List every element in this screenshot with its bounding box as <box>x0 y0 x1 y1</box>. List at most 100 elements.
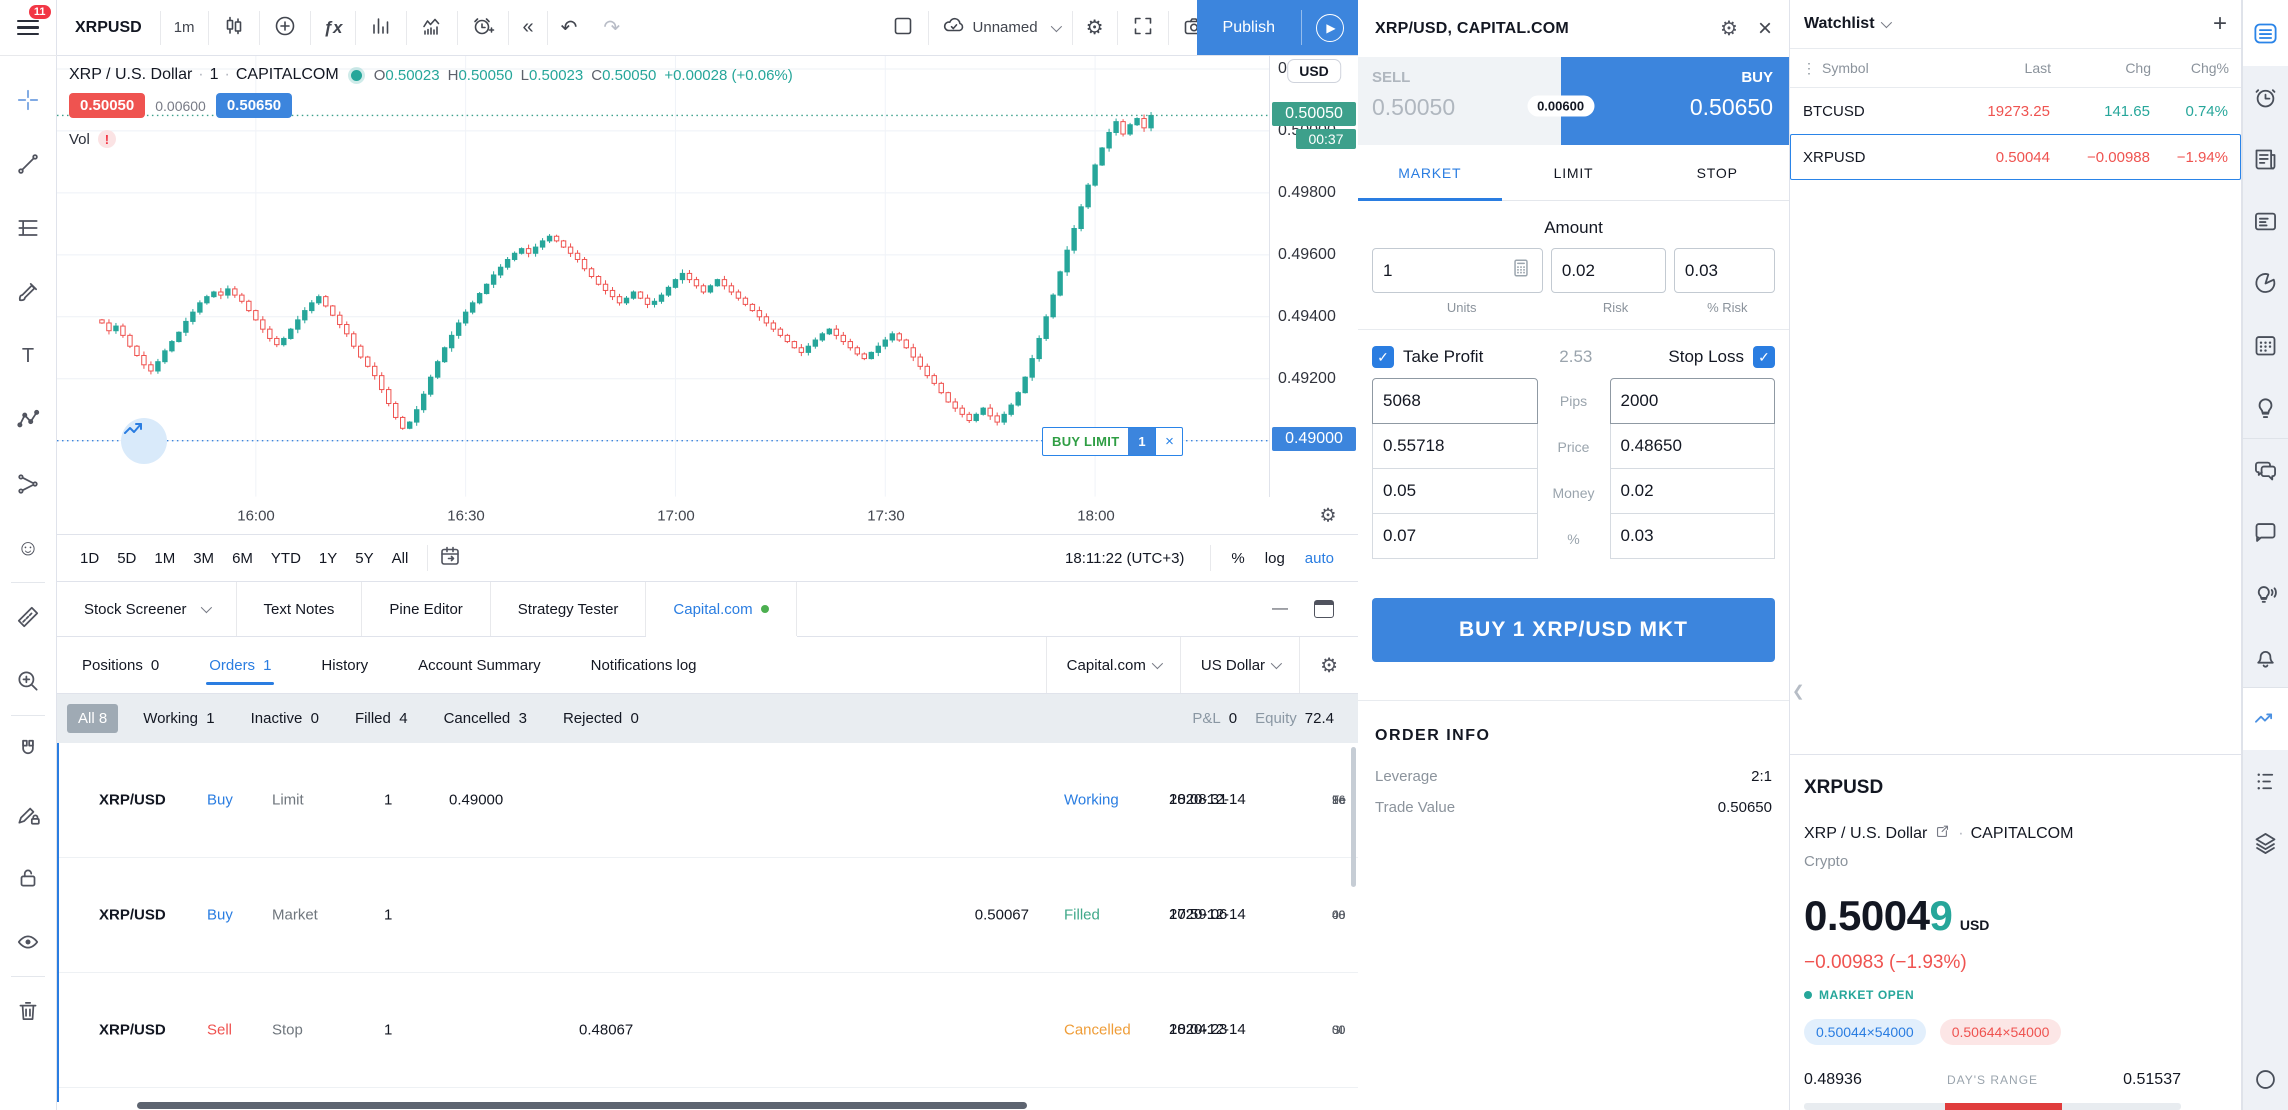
broker-selector[interactable]: Capital.com <box>1046 637 1180 693</box>
tp-percent-input[interactable]: 0.07 <box>1372 513 1538 559</box>
stop-loss-checkbox[interactable]: ✓ <box>1753 346 1775 368</box>
help-circle-icon[interactable] <box>2243 1048 2288 1110</box>
subtab-account-summary[interactable]: Account Summary <box>393 637 566 693</box>
quick-sell-button[interactable]: 0.50050 <box>69 93 145 118</box>
subtab-notifications-log[interactable]: Notifications log <box>566 637 722 693</box>
sl-price-input[interactable]: 0.48650 <box>1610 423 1776 469</box>
watchlist-title[interactable]: Watchlist <box>1804 15 1889 33</box>
trading-settings-gear-icon[interactable]: ⚙ <box>1299 637 1358 693</box>
text-tool-icon[interactable]: T <box>9 337 47 375</box>
hide-all-icon[interactable] <box>9 923 47 961</box>
range-6m[interactable]: 6M <box>223 544 262 573</box>
main-menu-button[interactable]: 11 <box>0 0 57 56</box>
calendar-icon[interactable] <box>2243 314 2288 376</box>
undo-button[interactable]: ↶ <box>548 9 591 47</box>
save-layout-button[interactable]: Unnamed <box>929 9 1072 47</box>
alerts-clock-icon[interactable] <box>2243 66 2288 128</box>
tab-limit[interactable]: LIMIT <box>1502 145 1646 200</box>
crosshair-tool-icon[interactable] <box>9 81 47 119</box>
measure-tool-icon[interactable] <box>9 598 47 636</box>
range-ytd[interactable]: YTD <box>262 544 310 573</box>
drag-dots-icon[interactable]: ⋮ <box>1802 60 1816 77</box>
axis-settings-gear-icon[interactable]: ⚙ <box>1319 504 1336 527</box>
bar-replay-button[interactable]: « <box>509 9 546 47</box>
dom-layers-icon[interactable] <box>2243 812 2288 874</box>
tab-stock-screener[interactable]: Stock Screener <box>57 582 237 636</box>
range-1d[interactable]: 1D <box>71 544 108 573</box>
submit-buy-button[interactable]: BUY 1 XRP/USD MKT <box>1372 598 1775 662</box>
chart-settings-button[interactable]: ⚙ <box>1073 9 1117 47</box>
fullscreen-button[interactable] <box>1118 9 1168 47</box>
order-arrow-marker[interactable] <box>121 418 167 464</box>
clock-timezone-button[interactable]: 18:11:22 (UTC+3) <box>1049 550 1200 567</box>
symbol-button[interactable]: XRPUSD <box>57 9 160 47</box>
remove-drawings-icon[interactable] <box>9 992 47 1030</box>
external-link-icon[interactable] <box>1934 823 1951 845</box>
layout-select-button[interactable] <box>878 9 928 47</box>
currency-axis-button[interactable]: USD <box>1287 59 1341 83</box>
cancel-order-icon[interactable]: × <box>1155 428 1182 455</box>
templates-button[interactable] <box>407 9 457 47</box>
publish-button[interactable]: Publish <box>1197 0 1301 55</box>
private-chat-icon[interactable] <box>2243 501 2288 563</box>
chart-style-button[interactable] <box>209 9 259 47</box>
time-axis[interactable]: 16:00 16:30 17:00 17:30 18:00 ⚙ <box>57 497 1358 535</box>
quick-buy-button[interactable]: 0.50650 <box>216 93 292 118</box>
order-row[interactable]: XRP/USD Buy Limit 1 0.49000 Working 2020… <box>59 743 1358 858</box>
watchlist-panel-icon[interactable] <box>2243 0 2288 66</box>
percent-risk-input[interactable]: 0.03 <box>1674 248 1775 293</box>
range-1m[interactable]: 1M <box>145 544 184 573</box>
subtab-history[interactable]: History <box>296 637 393 693</box>
subtab-orders[interactable]: Orders1 <box>184 637 296 693</box>
risk-input[interactable]: 0.02 <box>1551 248 1666 293</box>
order-row[interactable]: XRP/USD Sell Stop 1 0.48067 Cancelled 20… <box>59 973 1358 1088</box>
tab-market[interactable]: MARKET <box>1358 145 1502 200</box>
range-5d[interactable]: 5D <box>108 544 145 573</box>
ideas-stream-icon[interactable] <box>2243 563 2288 625</box>
pattern-tool-icon[interactable] <box>9 401 47 439</box>
filter-cancelled[interactable]: Cancelled 3 <box>433 704 538 733</box>
maximize-panel-button[interactable] <box>1314 600 1334 618</box>
take-profit-checkbox[interactable]: ✓ <box>1372 346 1394 368</box>
trend-line-tool-icon[interactable] <box>9 145 47 183</box>
ideas-bulb-icon[interactable] <box>2243 376 2288 438</box>
indicators-button[interactable]: ƒx <box>311 9 356 47</box>
tab-stop[interactable]: STOP <box>1645 145 1789 200</box>
tab-trading-panel[interactable]: Capital.com <box>646 582 796 636</box>
order-panel-icon[interactable] <box>2243 688 2288 750</box>
order-details-icon[interactable] <box>2243 750 2288 812</box>
forecast-tool-icon[interactable] <box>9 465 47 503</box>
sl-money-input[interactable]: 0.02 <box>1610 468 1776 514</box>
filter-all[interactable]: All 8 <box>67 704 118 733</box>
brush-tool-icon[interactable] <box>9 273 47 311</box>
log-scale-button[interactable]: log <box>1255 544 1295 573</box>
emoji-tool-icon[interactable]: ☺ <box>9 529 47 567</box>
watchlist-row-btcusd[interactable]: BTCUSD 19273.25 141.65 0.74% <box>1790 88 2241 134</box>
range-3m[interactable]: 3M <box>184 544 223 573</box>
chart-plot[interactable]: XRP / U.S. Dollar · 1 · CAPITALCOM O0.50… <box>57 56 1270 497</box>
subtab-positions[interactable]: Positions0 <box>57 637 184 693</box>
interval-button[interactable]: 1m <box>161 9 208 47</box>
filter-rejected[interactable]: Rejected 0 <box>552 704 650 733</box>
tp-price-input[interactable]: 0.55718 <box>1372 423 1538 469</box>
buy-button[interactable]: BUY 0.50650 <box>1561 57 1789 145</box>
order-settings-gear-icon[interactable]: ⚙ <box>1720 16 1738 41</box>
add-symbol-button[interactable]: + <box>2213 12 2227 36</box>
range-5y[interactable]: 5Y <box>346 544 382 573</box>
drawing-lock-icon[interactable] <box>9 795 47 833</box>
indicator-templates-button[interactable] <box>356 9 406 47</box>
percent-scale-button[interactable]: % <box>1221 544 1254 573</box>
bid-pill[interactable]: 0.50044×54000 <box>1804 1019 1926 1045</box>
news-icon[interactable] <box>2243 128 2288 190</box>
sl-pips-input[interactable]: 2000 <box>1610 378 1776 424</box>
data-window-icon[interactable] <box>2243 190 2288 252</box>
volume-label[interactable]: Vol <box>69 131 90 148</box>
calculator-icon[interactable] <box>1510 257 1532 284</box>
go-to-date-button[interactable] <box>438 544 462 572</box>
auto-scale-button[interactable]: auto <box>1295 544 1344 573</box>
filter-filled[interactable]: Filled 4 <box>344 704 419 733</box>
data-status-dot[interactable] <box>351 70 362 81</box>
close-panel-icon[interactable]: × <box>1758 15 1772 43</box>
redo-button[interactable]: ↷ <box>590 9 633 47</box>
order-row[interactable]: XRP/USD Buy Market 1 0.50067 Filled 2020… <box>59 858 1358 973</box>
